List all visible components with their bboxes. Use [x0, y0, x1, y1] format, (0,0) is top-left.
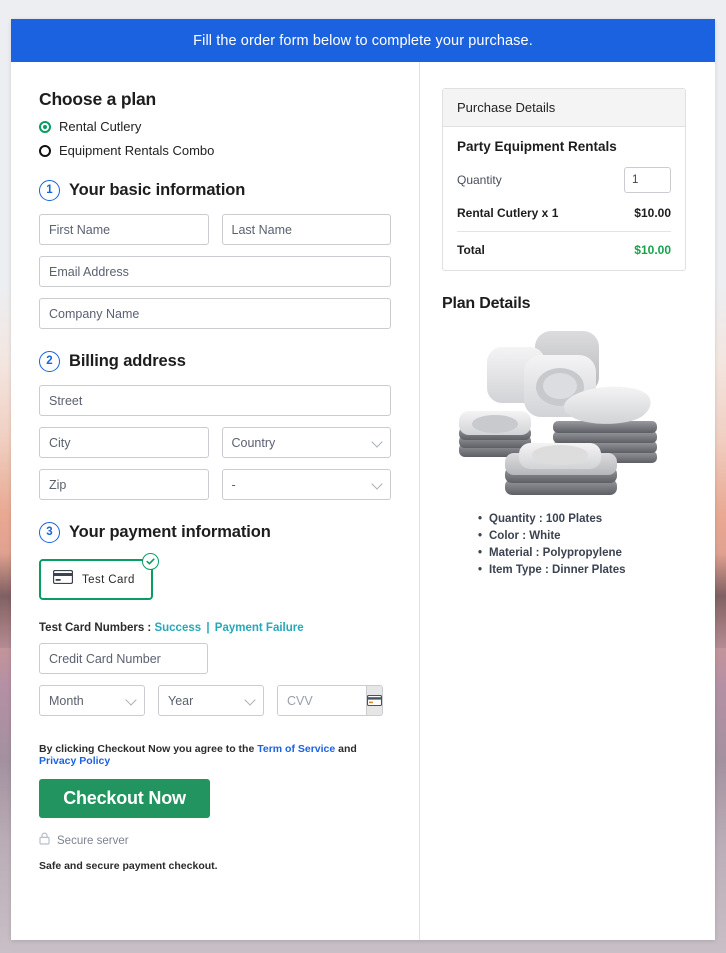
- quantity-label: Quantity: [457, 173, 502, 187]
- section-title: Billing address: [69, 352, 186, 370]
- link-separator: |: [206, 622, 210, 634]
- terms-prefix: By clicking Checkout Now you agree to th…: [39, 743, 255, 755]
- zip-input[interactable]: [39, 469, 209, 500]
- last-name-input[interactable]: [221, 214, 391, 245]
- line-item-label: Rental Cutlery x 1: [457, 206, 559, 220]
- month-select-wrap[interactable]: [39, 685, 145, 716]
- section-title: Your payment information: [69, 523, 271, 541]
- credit-card-number-input[interactable]: [39, 643, 208, 674]
- section-payment-information: 3 Your payment information: [39, 522, 391, 543]
- checkout-card: Fill the order form below to complete yo…: [11, 19, 715, 940]
- plan-option-equipment-rentals-combo[interactable]: Equipment Rentals Combo: [39, 143, 391, 158]
- year-select-wrap[interactable]: [158, 685, 264, 716]
- choose-plan-heading: Choose a plan: [39, 89, 157, 109]
- quantity-row: Quantity: [457, 167, 671, 193]
- lock-icon: [39, 832, 50, 850]
- section-basic-information: 1 Your basic information: [39, 180, 391, 201]
- line-item-amount: $10.00: [634, 206, 671, 220]
- credit-card-icon: [52, 569, 74, 589]
- test-card-failure-link[interactable]: Payment Failure: [215, 622, 304, 634]
- email-row: [39, 256, 391, 287]
- order-form-column: Choose a plan Rental Cutlery Equipment R…: [11, 62, 420, 940]
- card-number-row: [39, 643, 391, 674]
- top-banner: Fill the order form below to complete yo…: [11, 19, 715, 62]
- cvv-input[interactable]: [278, 686, 366, 715]
- step-number-badge: 1: [39, 180, 60, 201]
- list-item: Item Type : Dinner Plates: [478, 564, 686, 576]
- terms-of-service-link[interactable]: Term of Service: [257, 743, 335, 755]
- payment-method-test-card[interactable]: Test Card: [39, 553, 159, 600]
- plan-option-label: Rental Cutlery: [59, 119, 142, 134]
- total-label: Total: [457, 243, 485, 257]
- safe-payment-note: Safe and secure payment checkout.: [39, 860, 218, 872]
- country-select-wrap[interactable]: [221, 427, 391, 458]
- checkout-now-button[interactable]: Checkout Now: [39, 779, 210, 818]
- quantity-input[interactable]: [624, 167, 671, 193]
- payment-method-label: Test Card: [82, 573, 135, 586]
- radio-selected-icon[interactable]: [39, 120, 51, 133]
- product-image: [459, 331, 657, 495]
- street-input[interactable]: [39, 385, 391, 416]
- test-card-success-link[interactable]: Success: [154, 622, 201, 634]
- state-select-wrap[interactable]: [221, 469, 391, 500]
- list-item: Color : White: [478, 530, 686, 542]
- last-name-wrap: [221, 214, 391, 245]
- terms-text: By clicking Checkout Now you agree to th…: [39, 743, 391, 767]
- cvv-group: [277, 685, 383, 716]
- name-row: [39, 214, 391, 245]
- city-input[interactable]: [39, 427, 209, 458]
- company-row: [39, 298, 391, 329]
- plan-option-rental-cutlery[interactable]: Rental Cutlery: [39, 119, 391, 134]
- plan-option-label: Equipment Rentals Combo: [59, 143, 215, 158]
- city-country-row: [39, 427, 391, 458]
- expiry-cvv-row: [39, 685, 391, 716]
- purchase-details-body: Party Equipment Rentals Quantity Rental …: [443, 127, 685, 270]
- plan-details-heading: Plan Details: [442, 295, 531, 312]
- terms-and: and: [338, 743, 357, 755]
- first-name-wrap: [39, 214, 209, 245]
- plan-spec-list: Quantity : 100 Plates Color : White Mate…: [442, 513, 686, 576]
- expiry-year-select[interactable]: [158, 685, 264, 716]
- zip-state-row: [39, 469, 391, 500]
- first-name-input[interactable]: [39, 214, 209, 245]
- privacy-policy-link[interactable]: Privacy Policy: [39, 755, 110, 767]
- purchase-details-box: Purchase Details Party Equipment Rentals…: [442, 88, 686, 271]
- list-item: Material : Polypropylene: [478, 547, 686, 559]
- step-number-badge: 2: [39, 351, 60, 372]
- email-input[interactable]: [39, 256, 391, 287]
- purchase-details-header: Purchase Details: [443, 89, 685, 127]
- cvv-card-icon: [366, 686, 382, 715]
- country-select[interactable]: [221, 427, 391, 458]
- list-item: Quantity : 100 Plates: [478, 513, 686, 525]
- company-name-input[interactable]: [39, 298, 391, 329]
- secure-server-row: Secure server: [39, 832, 391, 850]
- check-circle-icon: [141, 553, 159, 570]
- street-row: [39, 385, 391, 416]
- section-billing-address: 2 Billing address: [39, 351, 391, 372]
- test-card-numbers-row: Test Card Numbers : Success | Payment Fa…: [39, 622, 391, 634]
- product-name: Party Equipment Rentals: [457, 139, 617, 154]
- section-title: Your basic information: [69, 181, 246, 199]
- zip-wrap: [39, 469, 209, 500]
- radio-unselected-icon[interactable]: [39, 144, 51, 157]
- test-card-numbers-label: Test Card Numbers :: [39, 622, 152, 634]
- state-select[interactable]: [221, 469, 391, 500]
- city-wrap: [39, 427, 209, 458]
- banner-message: Fill the order form below to complete yo…: [193, 32, 533, 49]
- line-item-row: Rental Cutlery x 1 $10.00: [457, 206, 671, 232]
- summary-column: Purchase Details Party Equipment Rentals…: [420, 62, 715, 940]
- expiry-month-select[interactable]: [39, 685, 145, 716]
- total-row: Total $10.00: [457, 232, 671, 257]
- secure-server-label: Secure server: [57, 835, 129, 847]
- card-body: Choose a plan Rental Cutlery Equipment R…: [11, 62, 715, 940]
- total-amount: $10.00: [634, 243, 671, 257]
- step-number-badge: 3: [39, 522, 60, 543]
